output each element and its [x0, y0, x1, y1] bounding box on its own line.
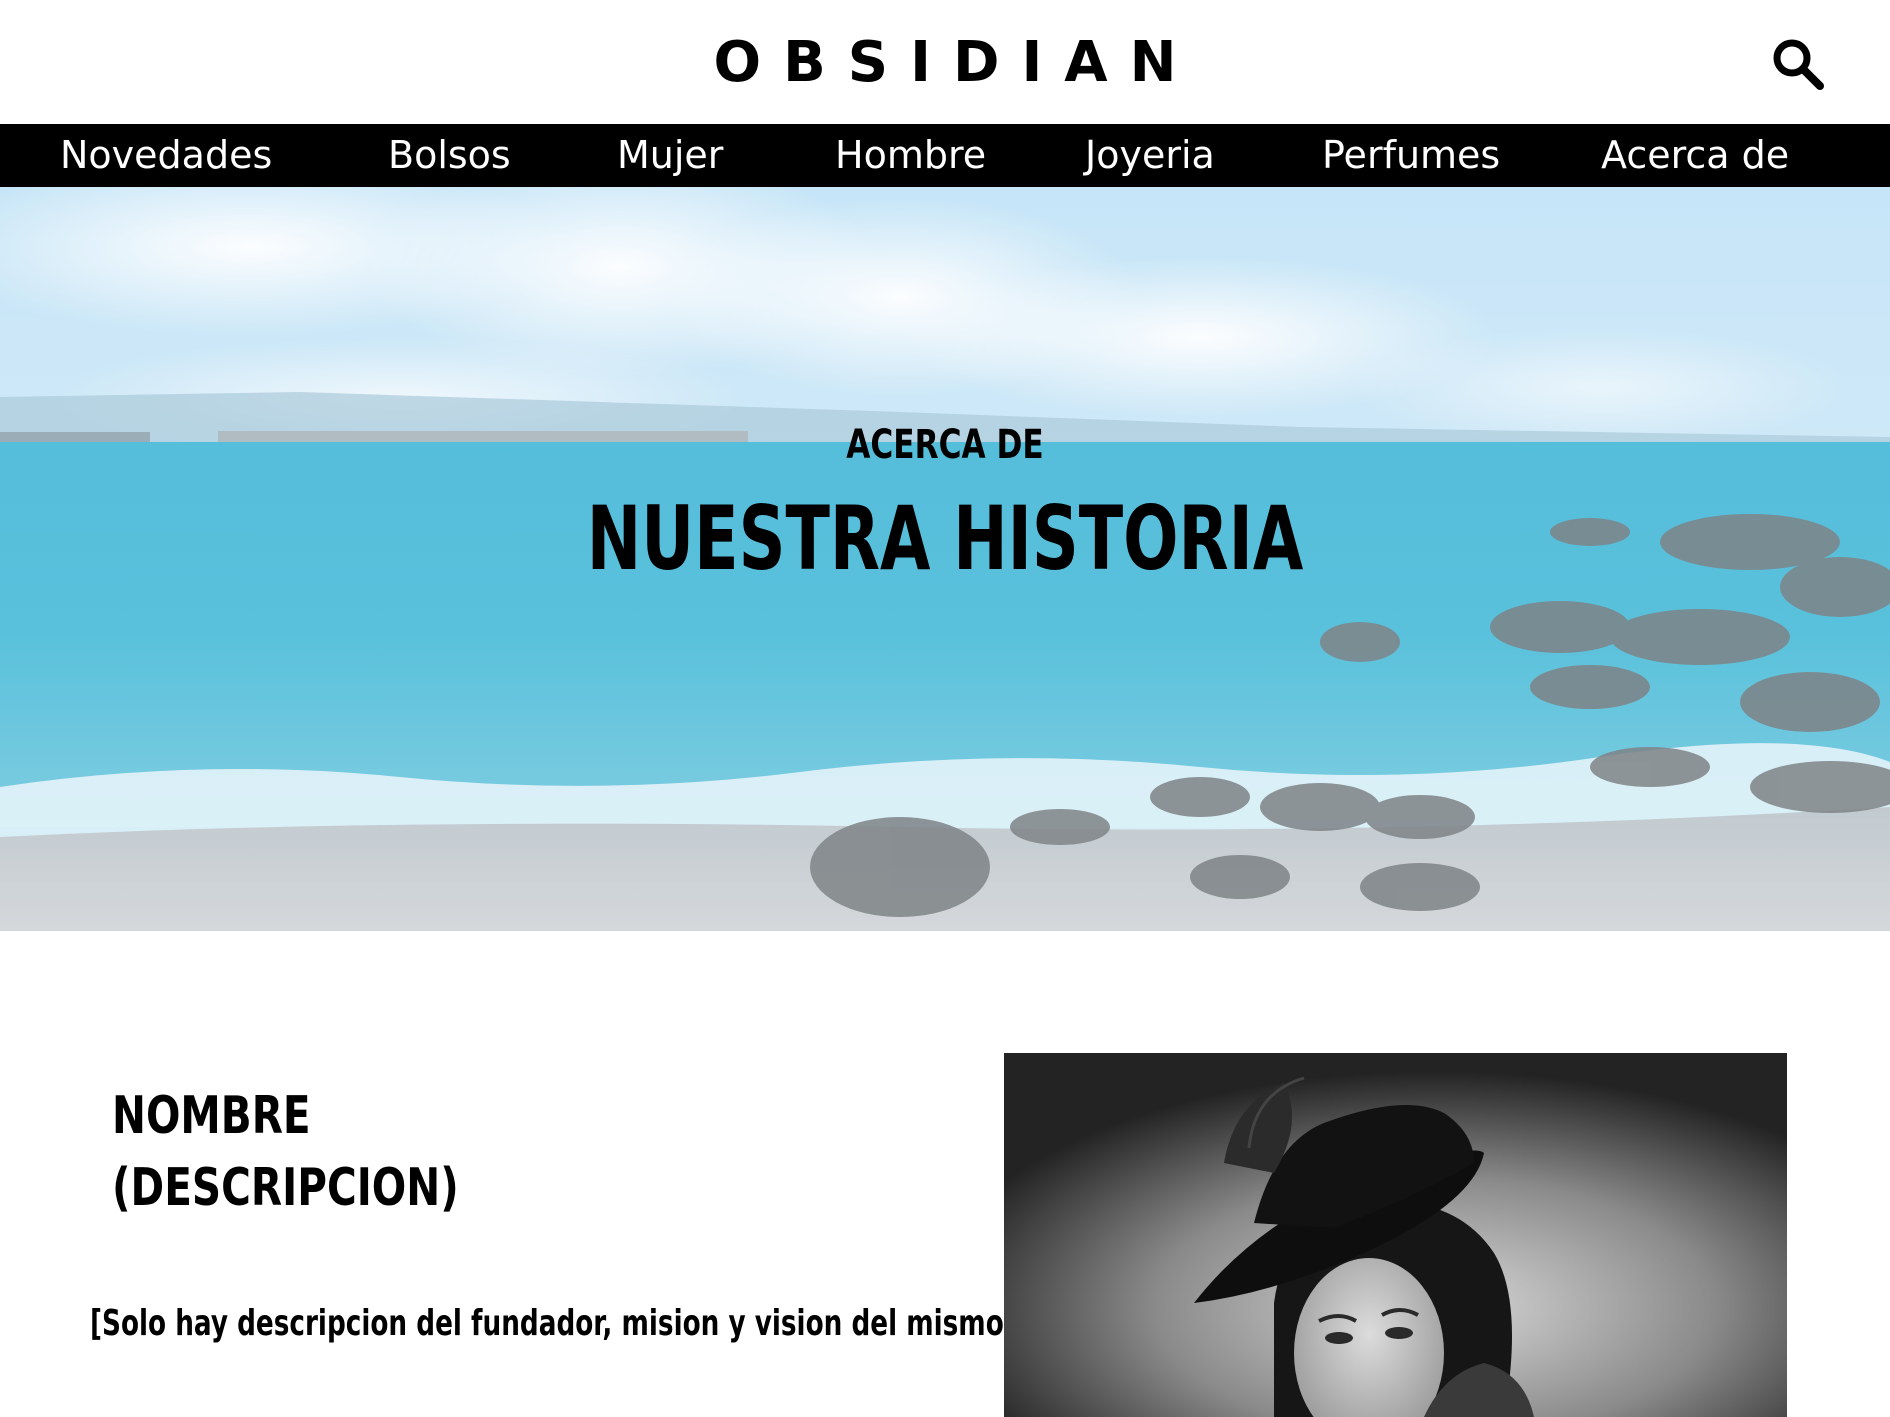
- nav-item-acerca-de[interactable]: Acerca de: [1601, 124, 1789, 187]
- hero-subtitle: ACERCA DE: [846, 422, 1044, 468]
- header: OBSIDIAN: [0, 0, 1890, 124]
- founder-description: [Solo hay descripcion del fundador, misi…: [90, 1303, 1016, 1344]
- hero-banner: ACERCA DE NUESTRA HISTORIA: [0, 187, 1890, 931]
- woman-portrait-image: [1004, 1053, 1787, 1417]
- nav-item-novedades[interactable]: Novedades: [60, 124, 272, 187]
- founder-name-line2: (DESCRIPCION): [112, 1158, 459, 1218]
- nav-item-hombre[interactable]: Hombre: [835, 124, 986, 187]
- nav-item-bolsos[interactable]: Bolsos: [388, 124, 511, 187]
- hero-title: NUESTRA HISTORIA: [586, 487, 1304, 590]
- nav-item-mujer[interactable]: Mujer: [617, 124, 723, 187]
- founder-name-line1: NOMBRE: [112, 1086, 311, 1146]
- search-icon: [1773, 39, 1824, 90]
- founder-portrait: [1004, 1053, 1787, 1417]
- brand-logo[interactable]: OBSIDIAN: [0, 28, 1890, 98]
- page: OBSIDIAN Novedades Bolsos Mujer Hombre J…: [0, 0, 1890, 1417]
- nav-item-joyeria[interactable]: Joyeria: [1085, 124, 1215, 187]
- search-button[interactable]: [1770, 36, 1826, 92]
- nav-item-perfumes[interactable]: Perfumes: [1322, 124, 1500, 187]
- founder-name: NOMBRE (DESCRIPCION): [112, 1080, 580, 1224]
- main-nav: Novedades Bolsos Mujer Hombre Joyeria Pe…: [0, 124, 1890, 187]
